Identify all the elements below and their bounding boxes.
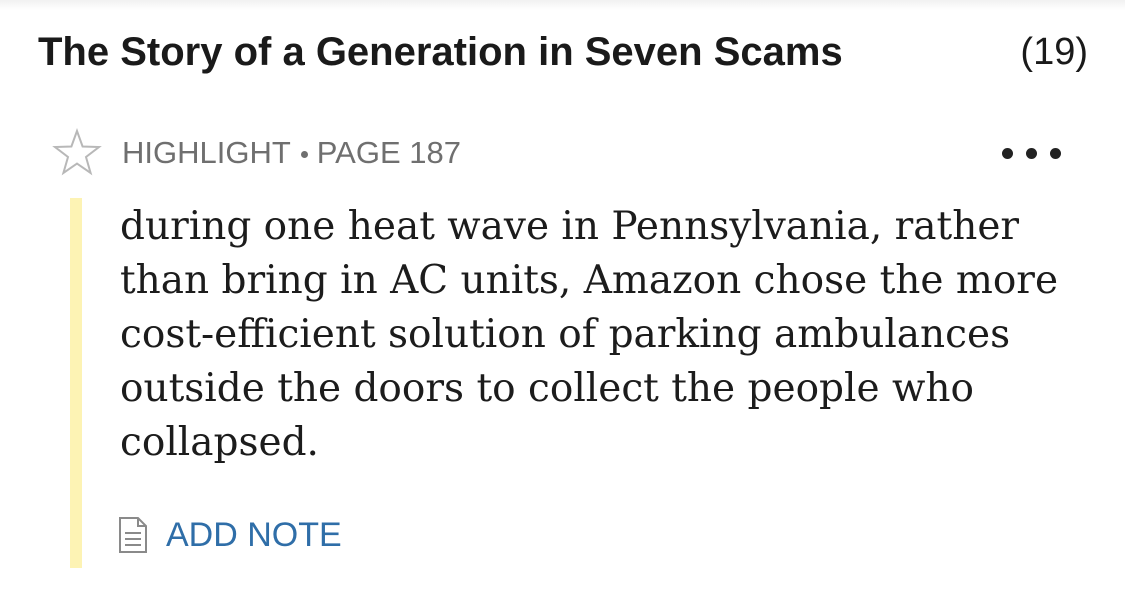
annotation-count: (19)	[1020, 31, 1088, 73]
more-options-icon[interactable]	[1002, 144, 1064, 162]
note-icon	[119, 517, 147, 553]
annotation-meta-label: HIGHLIGHT PAGE 187	[122, 134, 461, 172]
star-icon[interactable]	[52, 128, 102, 178]
book-header: The Story of a Generation in Seven Scams…	[38, 26, 1088, 82]
highlight-text: during one heat wave in Pennsylvania, ra…	[120, 204, 1059, 465]
annotation-page: PAGE 187	[316, 135, 461, 170]
separator-dot-icon	[300, 151, 308, 159]
annotation-type: HIGHLIGHT	[122, 135, 291, 170]
top-divider	[0, 0, 1125, 10]
annotation-meta-row: HIGHLIGHT PAGE 187	[52, 128, 1072, 178]
highlight-color-bar	[70, 198, 82, 568]
book-title: The Story of a Generation in Seven Scams	[38, 30, 843, 74]
add-note-label: ADD NOTE	[166, 516, 342, 554]
